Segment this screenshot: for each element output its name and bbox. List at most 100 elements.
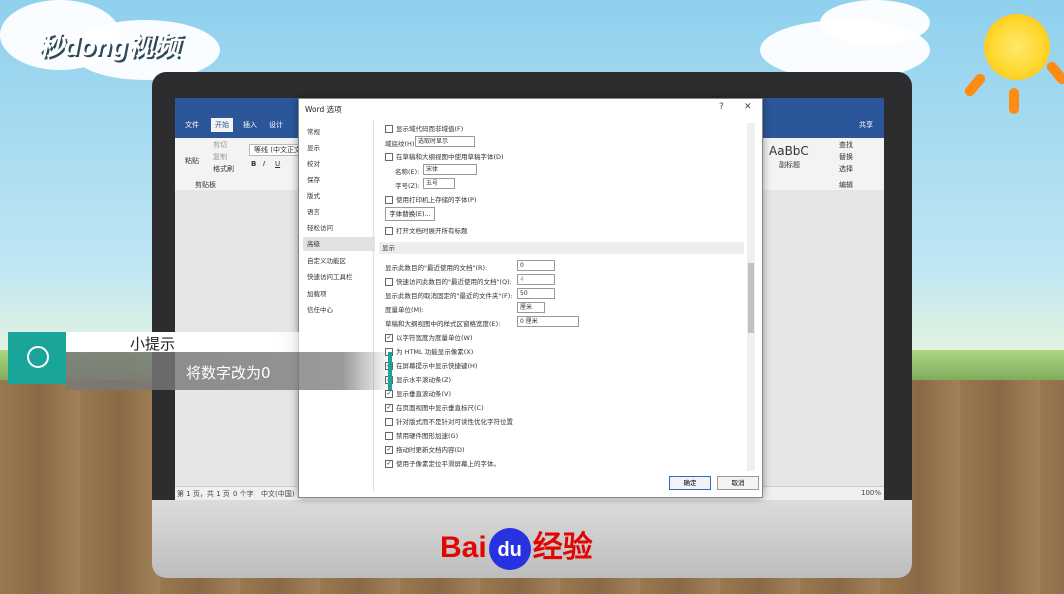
checkbox[interactable]	[385, 227, 393, 235]
options-nav: 常规 显示 校对 保存 版式 语言 轻松访问 高级 自定义功能区 快速访问工具栏…	[303, 121, 375, 491]
option-row: 度量单位(M):	[385, 306, 424, 314]
advanced-options: 显示域代码而非域值(F) 域底纹(H): 选取时显示 在草稿和大纲视图中使用草稿…	[379, 121, 754, 471]
option-row[interactable]: ✓在屏幕提示中显示快捷键(H)	[385, 360, 477, 370]
sun-icon	[984, 14, 1050, 80]
measurement-unit-select[interactable]: 厘米	[517, 302, 545, 313]
copy-button[interactable]: 复制	[213, 152, 227, 162]
field-shading-select[interactable]: 选取时显示	[415, 136, 475, 147]
checkbox[interactable]	[385, 153, 393, 161]
editing-group-label: 编辑	[839, 181, 853, 189]
style-area-width-input[interactable]: 0 厘米	[517, 316, 579, 327]
scroll-thumb[interactable]	[748, 263, 754, 333]
option-row[interactable]: ✓显示水平滚动条(Z)	[385, 374, 451, 384]
nav-customize-ribbon[interactable]: 自定义功能区	[307, 254, 371, 268]
bold-button[interactable]: B	[251, 160, 256, 168]
nav-general[interactable]: 常规	[307, 125, 371, 139]
option-row[interactable]: 为 HTML 功能显示像素(X)	[385, 346, 473, 356]
checkbox[interactable]	[385, 418, 393, 426]
paste-button[interactable]: 粘贴	[185, 156, 199, 166]
options-scrollbar[interactable]	[747, 123, 755, 471]
italic-button[interactable]: I	[263, 160, 265, 168]
brand-logo: 秒dong视频	[38, 31, 180, 61]
checkbox[interactable]	[385, 278, 393, 286]
nav-trust-center[interactable]: 信任中心	[307, 303, 371, 317]
cloud	[820, 0, 930, 45]
option-row[interactable]: 针对版式而不是针对可读性优化字符位置	[385, 416, 513, 426]
option-row: 草稿和大纲视图中的样式区窗格宽度(E):	[385, 320, 501, 328]
tip-title: 小提示	[130, 335, 176, 353]
checkbox[interactable]: ✓	[385, 446, 393, 454]
font-size-select[interactable]: 五号	[423, 178, 455, 189]
option-row: 域底纹(H):	[385, 140, 417, 148]
checkbox[interactable]: ✓	[385, 390, 393, 398]
tip-marker	[388, 352, 392, 390]
recent-folders-count-input[interactable]: 50	[517, 288, 555, 299]
format-painter-button[interactable]: 格式刷	[213, 164, 234, 174]
option-row: 显示此数目的取消固定的"最近的文件夹"(F):	[385, 292, 513, 300]
nav-quick-access[interactable]: 快速访问工具栏	[307, 270, 371, 284]
sun-ray	[1009, 88, 1019, 114]
checkbox[interactable]	[385, 432, 393, 440]
style-sample[interactable]: AaBbC	[769, 144, 809, 158]
option-row[interactable]: 禁用硬件图形加速(G)	[385, 430, 458, 440]
lightbulb-icon	[8, 332, 66, 384]
checkbox[interactable]	[385, 125, 393, 133]
status-words: 0 个字	[233, 490, 254, 498]
nav-addins[interactable]: 加载项	[307, 287, 371, 301]
section-display: 显示	[379, 242, 744, 254]
font-substitution-button[interactable]: 字体替换(E)...	[385, 207, 435, 221]
option-row[interactable]: ✓ 显示垂直滚动条(V)	[385, 388, 451, 398]
tip-text: 将数字改为0	[186, 364, 271, 382]
option-row[interactable]: ✓ 拖动时更新文档内容(D)	[385, 444, 465, 454]
select-button[interactable]: 选择	[839, 164, 853, 174]
checkbox[interactable]	[385, 196, 393, 204]
nav-save[interactable]: 保存	[307, 173, 371, 187]
option-row[interactable]: ✓ 使用子像素定位平滑屏幕上的字体。	[385, 458, 500, 468]
underline-button[interactable]: U	[275, 160, 280, 168]
cut-button[interactable]: 剪切	[213, 140, 227, 150]
nav-display[interactable]: 显示	[307, 141, 371, 155]
nav-advanced[interactable]: 高级	[303, 237, 375, 251]
tab-file[interactable]: 文件	[185, 120, 199, 130]
nav-proofing[interactable]: 校对	[307, 157, 371, 171]
status-lang: 中文(中国)	[261, 490, 295, 498]
checkbox[interactable]: ✓	[385, 460, 393, 468]
dialog-title: Word 选项	[305, 105, 342, 114]
sun-ray	[1044, 59, 1064, 87]
option-row[interactable]: ✓ 以字符宽度为度量单位(W)	[385, 332, 473, 342]
font-name-select[interactable]: 宋体	[423, 164, 477, 175]
tab-insert[interactable]: 插入	[243, 120, 257, 130]
option-row[interactable]: ✓ 在页面视图中显示垂直标尺(C)	[385, 402, 484, 412]
ok-button[interactable]: 确定	[669, 476, 711, 490]
checkbox[interactable]: ✓	[385, 334, 393, 342]
option-row[interactable]: 快速访问此数目的"最近使用的文档"(Q):	[385, 276, 512, 286]
replace-button[interactable]: 替换	[839, 152, 853, 162]
nav-language[interactable]: 语言	[307, 205, 371, 219]
cancel-button[interactable]: 取消	[717, 476, 759, 490]
tab-design[interactable]: 设计	[269, 120, 283, 130]
option-row[interactable]: 使用打印机上存储的字体(P)	[385, 194, 477, 204]
style-label: 副标题	[779, 161, 800, 169]
share-button[interactable]: 共享	[859, 120, 873, 130]
nav-accessibility[interactable]: 轻松访问	[307, 221, 371, 235]
clipboard-group-label: 剪贴板	[195, 181, 216, 189]
help-button[interactable]: ?	[719, 102, 724, 112]
sun-ray	[962, 71, 988, 99]
nav-layout[interactable]: 版式	[307, 189, 371, 203]
recent-docs-count-input[interactable]: 0	[517, 260, 555, 271]
word-options-dialog: Word 选项 ? ✕ 常规 显示 校对 保存 版式 语言 轻松访问 高级 自定…	[298, 98, 763, 498]
option-row: 显示此数目的"最近使用的文档"(R):	[385, 264, 488, 272]
status-zoom: 100%	[861, 489, 882, 497]
close-icon[interactable]: ✕	[744, 102, 752, 112]
quick-access-count-input[interactable]: 4	[517, 274, 555, 285]
tab-home[interactable]: 开始	[211, 118, 233, 132]
option-row[interactable]: 打开文档时展开所有标题	[385, 225, 468, 235]
find-button[interactable]: 查找	[839, 140, 853, 150]
checkbox[interactable]: ✓	[385, 404, 393, 412]
option-row: 名称(E):	[395, 168, 420, 176]
tip-title-bar	[66, 332, 330, 352]
option-row[interactable]: 在草稿和大纲视图中使用草稿字体(D)	[385, 151, 504, 161]
option-row[interactable]: 显示域代码而非域值(F)	[385, 123, 463, 133]
option-row: 字号(Z):	[395, 182, 420, 190]
baidu-logo: Bai du 经验	[440, 522, 593, 571]
